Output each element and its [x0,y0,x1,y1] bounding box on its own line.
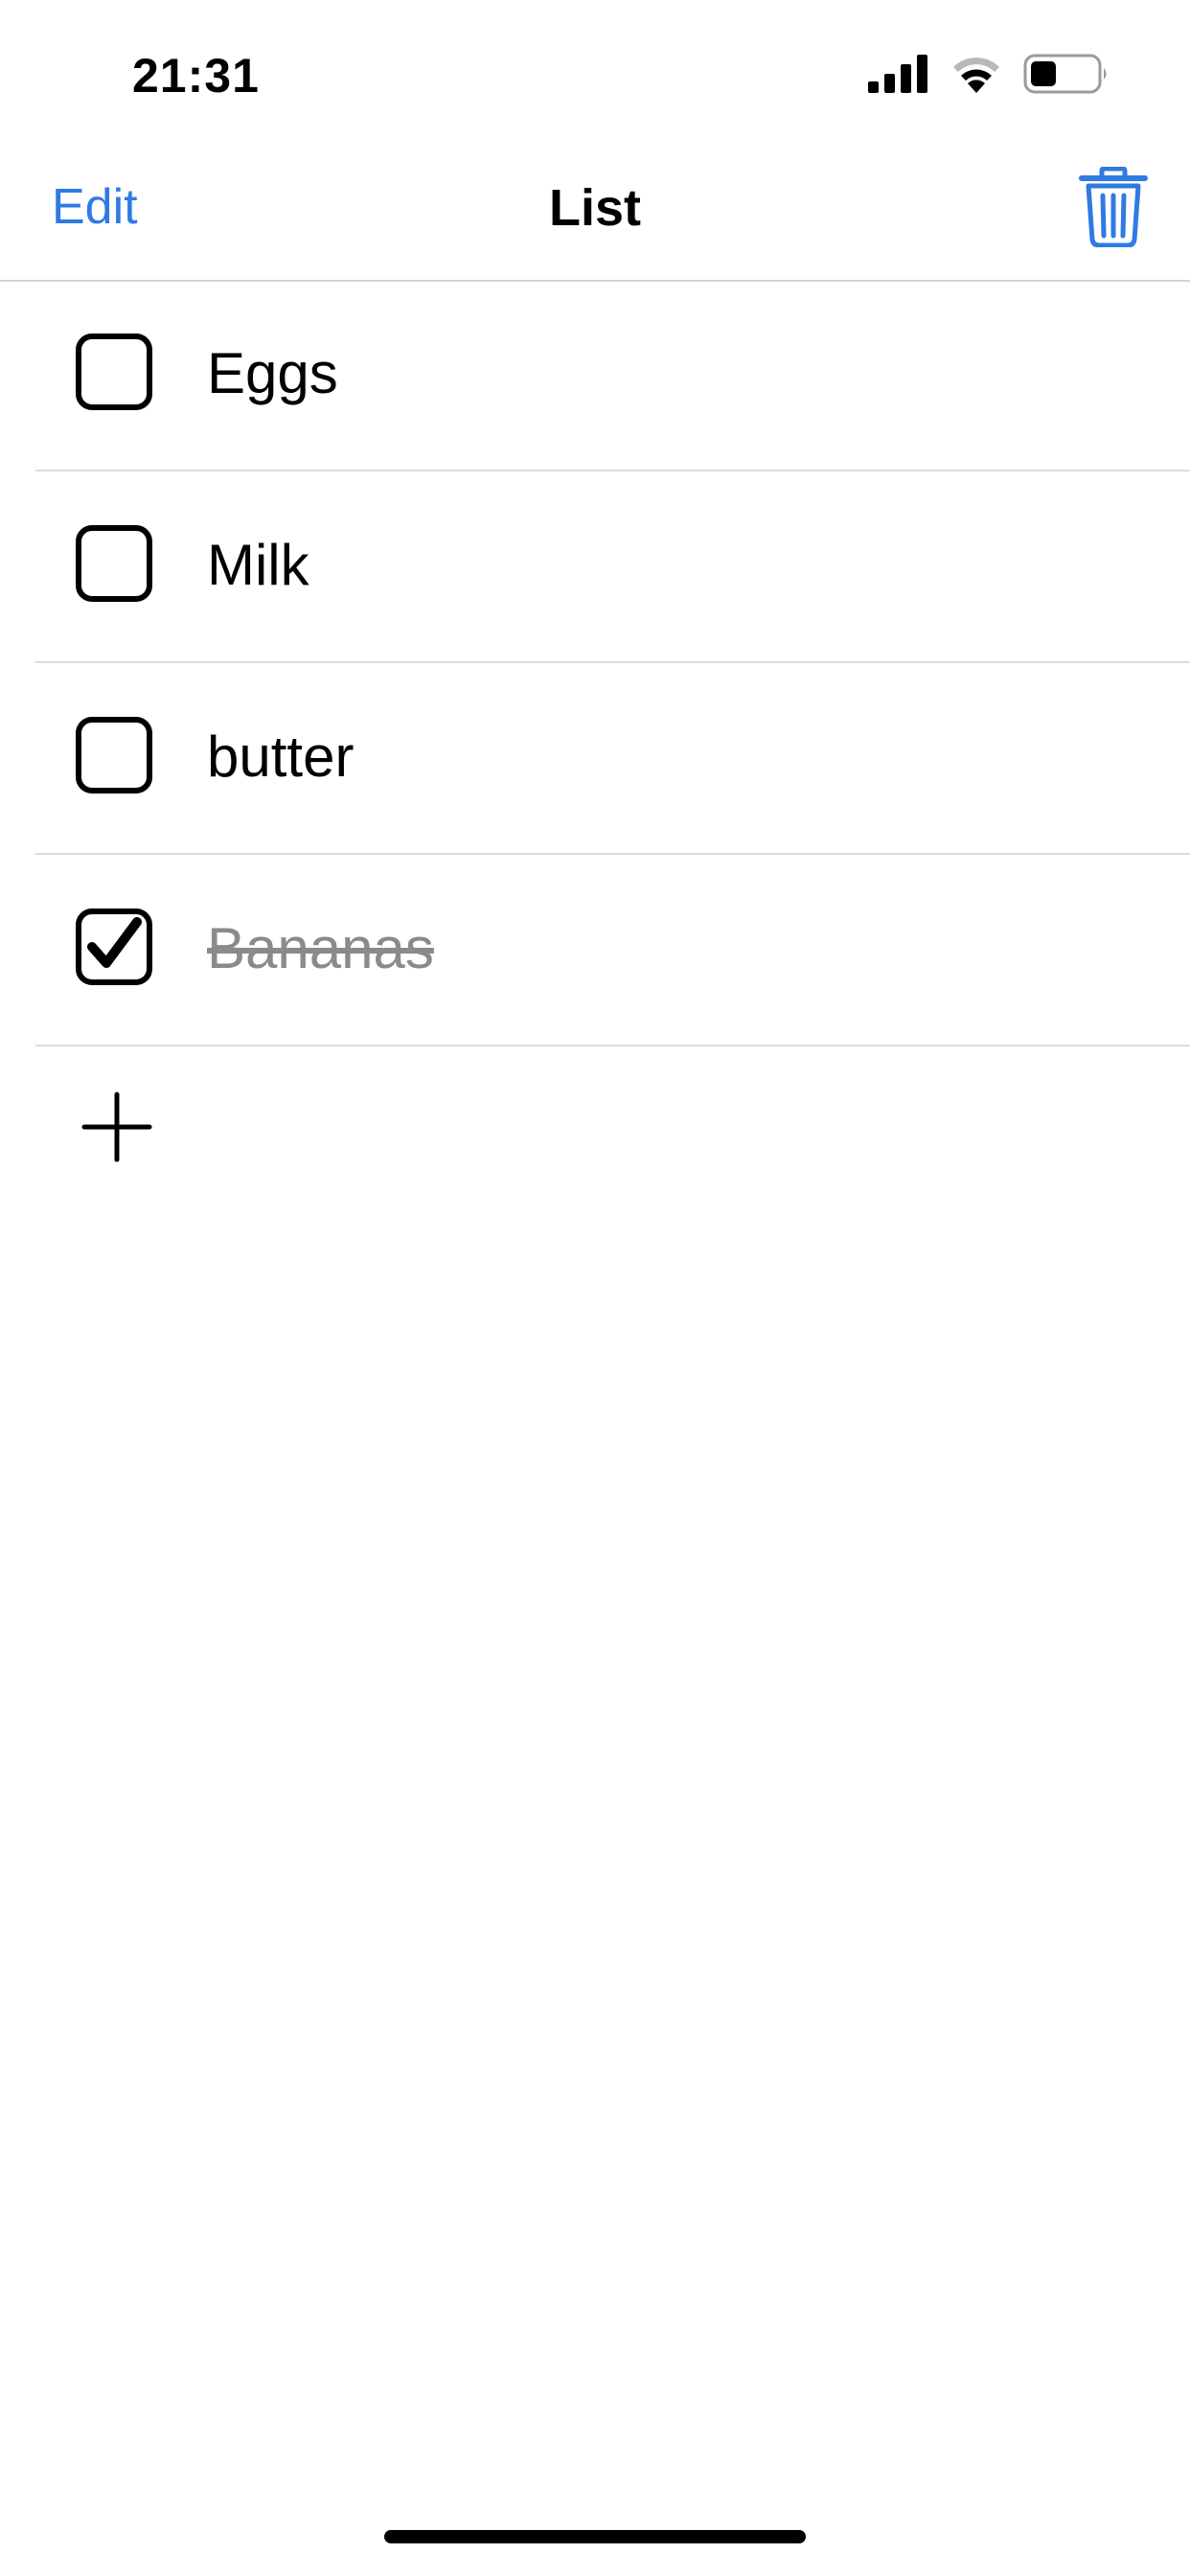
list-item[interactable]: butter [35,663,1190,855]
home-indicator[interactable] [384,2530,806,2543]
item-label: Milk [207,533,309,597]
status-bar: 21:31 [0,0,1190,144]
list-item[interactable]: Eggs [35,280,1190,472]
list-item[interactable]: Bananas [35,855,1190,1046]
status-time: 21:31 [132,49,260,103]
checkbox-unchecked-icon[interactable] [76,717,152,794]
wifi-icon [953,58,999,93]
checkbox-unchecked-icon[interactable] [76,525,152,602]
page-title: List [548,179,641,237]
screen: 21:31 Edit List Eggs Milk butter Bananas [0,0,1190,2576]
plus-icon[interactable] [80,1091,153,1163]
item-label-completed: Bananas [207,916,434,980]
checkbox-unchecked-icon[interactable] [76,334,152,410]
checkbox-checked-icon[interactable] [76,908,152,985]
item-label: butter [207,724,355,789]
status-icons [868,54,1110,94]
battery-icon [1023,54,1107,94]
list-item[interactable]: Milk [35,472,1190,663]
item-label: Eggs [207,341,338,405]
trash-icon[interactable] [1079,167,1148,247]
cellular-signal-icon [868,55,927,93]
item-list: Eggs Milk butter Bananas [0,280,1190,1046]
navigation-bar: Edit List [0,144,1190,282]
